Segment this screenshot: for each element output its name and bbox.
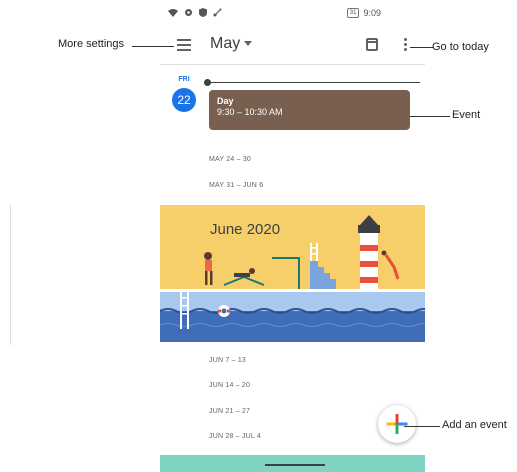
more-vert-icon[interactable]: [404, 38, 407, 53]
week-range[interactable]: MAY 31 – JUN 6: [209, 182, 263, 189]
month-label: May: [210, 35, 241, 52]
week-range[interactable]: JUN 21 – 27: [209, 408, 250, 415]
current-time-line: [210, 82, 420, 83]
nav-handle[interactable]: [265, 464, 325, 466]
annotation-line: [132, 46, 174, 47]
annotation-line: [404, 426, 440, 427]
event-title: Day: [217, 96, 234, 106]
status-icons: [168, 8, 222, 17]
annotation-go-to-today: Go to today: [432, 41, 489, 53]
wifi-icon: [168, 9, 178, 17]
app-bar: May: [160, 30, 425, 62]
status-right: 31 9:09: [346, 8, 381, 18]
shield-icon: [199, 8, 207, 17]
phone-screen: 31 9:09 May FRI 22 Day 9:30 – 10:30 AM M…: [160, 0, 425, 472]
annotation-line: [410, 47, 434, 48]
vpn-icon: [213, 8, 222, 17]
today-calendar-icon[interactable]: [366, 38, 378, 51]
week-range[interactable]: JUN 14 – 20: [209, 382, 250, 389]
gear-icon: [185, 9, 192, 16]
week-range[interactable]: JUN 28 – JUL 4: [209, 433, 261, 440]
battery-icon: 31: [346, 8, 360, 18]
banner-title: June 2020: [210, 221, 281, 238]
pool-illustration: [160, 205, 425, 342]
week-range[interactable]: MAY 24 – 30: [209, 156, 251, 163]
header-divider: [160, 64, 425, 65]
annotation-event: Event: [452, 109, 481, 121]
week-range[interactable]: JUN 7 – 13: [209, 357, 246, 364]
month-banner: June 2020: [160, 205, 425, 342]
add-event-button[interactable]: [378, 405, 416, 443]
menu-icon[interactable]: [177, 39, 191, 51]
annotation-line: [410, 116, 450, 117]
caret-down-icon: [244, 41, 253, 47]
weekday-label: FRI: [178, 76, 190, 83]
status-bar: 31 9:09: [160, 0, 425, 30]
annotation-add-event: Add an event: [442, 419, 507, 431]
event-card[interactable]: Day 9:30 – 10:30 AM: [209, 90, 410, 130]
plus-icon: [386, 414, 408, 434]
event-time: 9:30 – 10:30 AM: [217, 107, 283, 117]
edge-divider: [10, 205, 11, 345]
status-time: 9:09: [363, 8, 381, 18]
annotation-more-settings: More settings: [58, 38, 125, 50]
date-circle[interactable]: 22: [172, 88, 196, 112]
month-selector[interactable]: May: [210, 35, 253, 53]
